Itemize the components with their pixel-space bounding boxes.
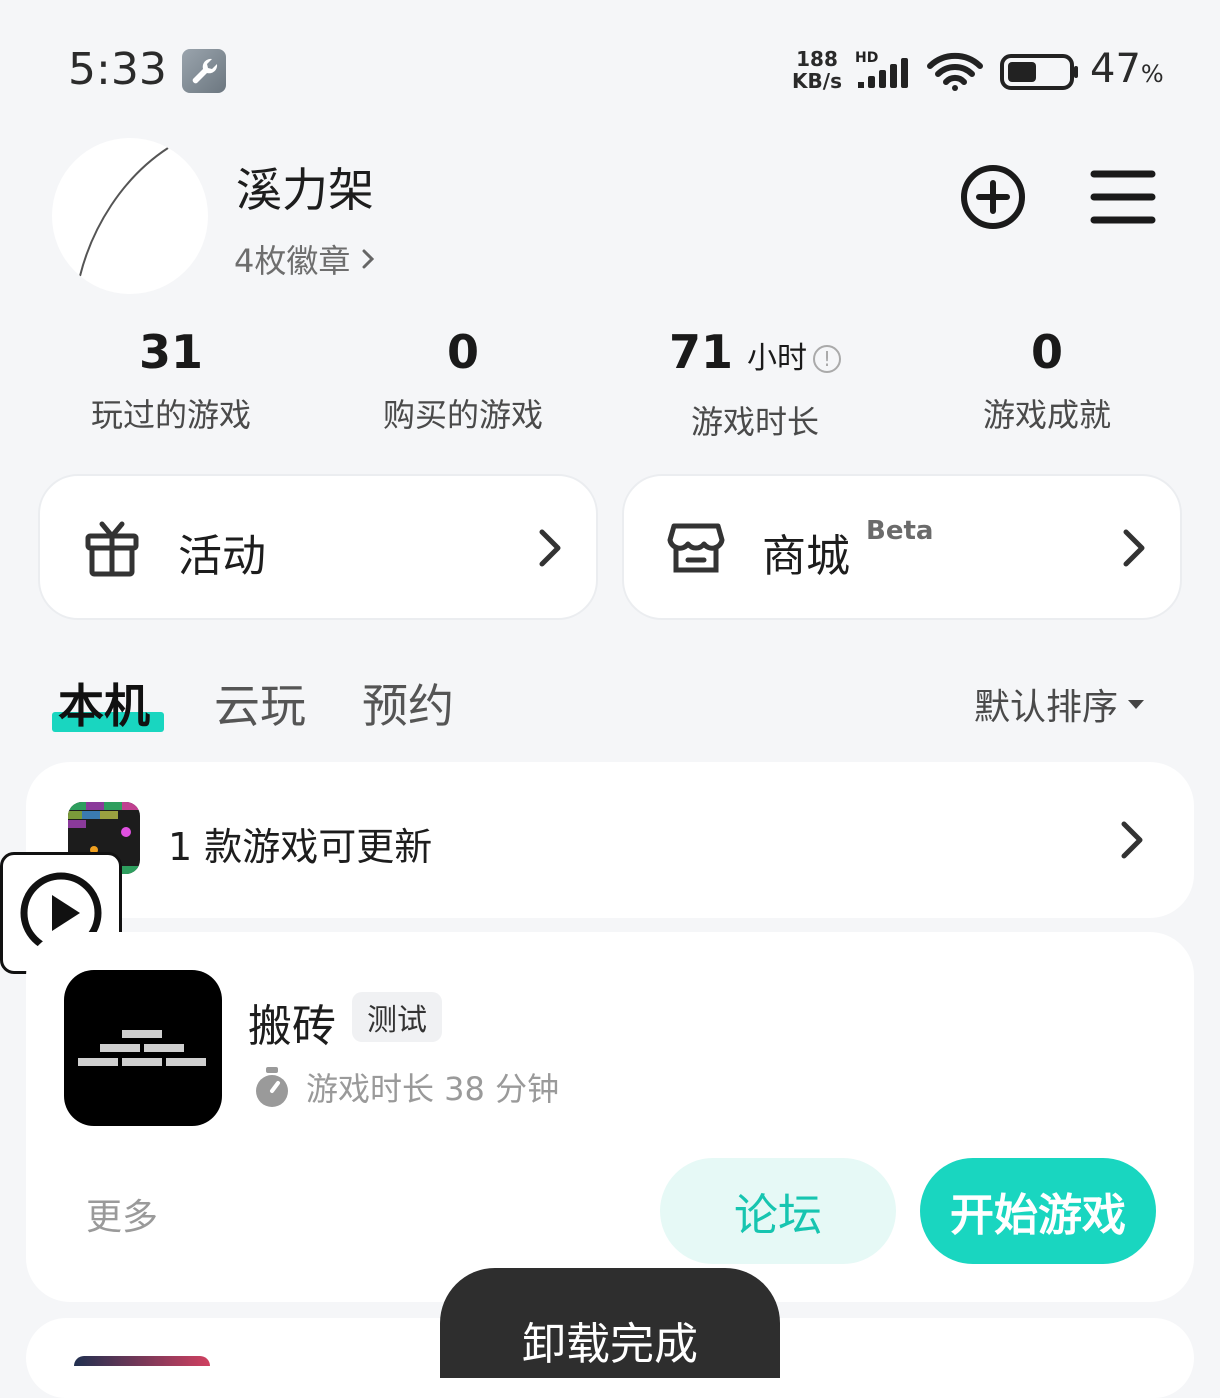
stat-label: 玩过的游戏	[90, 396, 251, 434]
stat-value: 0	[1030, 325, 1063, 379]
stat-label: 购买的游戏	[382, 396, 543, 434]
chevron-right-icon	[362, 249, 375, 269]
stat-unit: 小时	[747, 341, 807, 376]
menu-icon[interactable]	[1090, 168, 1156, 226]
update-text: 1 款游戏可更新	[168, 825, 433, 869]
wrench-icon	[182, 49, 226, 93]
stat-value: 31	[138, 325, 203, 379]
avatar[interactable]	[52, 138, 208, 294]
start-game-button[interactable]: 开始游戏	[920, 1158, 1156, 1264]
badges-label: 4枚徽章	[234, 242, 351, 280]
speed-value: 188	[796, 47, 838, 71]
stat-label: 游戏时长	[690, 403, 819, 441]
chevron-right-icon	[1121, 821, 1143, 859]
next-game-icon	[74, 1356, 210, 1366]
info-icon[interactable]: !	[813, 345, 841, 373]
stat-label: 游戏成就	[982, 396, 1111, 434]
network-speed: 188 KB/s	[786, 48, 848, 92]
stat-play-time[interactable]: 71 小时! 游戏时长	[640, 322, 870, 443]
tab-local[interactable]: 本机	[58, 670, 150, 736]
stopwatch-icon	[256, 1067, 288, 1107]
stat-value: 0	[446, 325, 479, 379]
activity-label: 活动	[178, 531, 266, 582]
toast-message: 卸载完成	[440, 1268, 780, 1378]
beta-tag: Beta	[866, 516, 934, 546]
game-playtime: 游戏时长 38 分钟	[252, 1064, 559, 1110]
sort-label: 默认排序	[974, 687, 1119, 728]
speed-unit: KB/s	[792, 69, 842, 93]
stat-purchased-games[interactable]: 0 购买的游戏	[348, 322, 578, 436]
badges-link[interactable]: 4枚徽章	[234, 236, 376, 282]
signal-icon	[858, 58, 908, 88]
add-icon[interactable]	[958, 162, 1028, 232]
forum-button[interactable]: 论坛	[660, 1158, 896, 1264]
battery-value: 47	[1090, 46, 1141, 92]
tab-cloud[interactable]: 云玩	[214, 670, 306, 736]
shop-label: 商城	[762, 531, 850, 582]
game-title: 搬砖	[248, 1001, 336, 1052]
wifi-icon	[927, 52, 983, 91]
shop-card[interactable]: 商城 Beta	[622, 474, 1182, 620]
username: 溪力架	[236, 163, 374, 217]
stat-achievements[interactable]: 0 游戏成就	[932, 322, 1162, 436]
playtime-text: 游戏时长 38 分钟	[306, 1070, 560, 1108]
tab-reserve[interactable]: 预约	[362, 670, 454, 736]
stat-value: 71	[668, 325, 733, 379]
stat-played-games[interactable]: 31 玩过的游戏	[56, 322, 286, 436]
game-tag: 测试	[352, 992, 442, 1042]
game-icon[interactable]	[64, 970, 222, 1126]
chevron-right-icon	[1123, 529, 1145, 567]
sort-dropdown[interactable]: 默认排序	[974, 678, 1146, 730]
gift-icon	[85, 521, 139, 577]
battery-percentage: 47%	[1090, 46, 1164, 92]
store-icon	[667, 523, 725, 573]
caret-down-icon	[1128, 700, 1145, 709]
battery-unit: %	[1140, 60, 1164, 88]
status-time: 5:33	[68, 44, 167, 95]
activity-card[interactable]: 活动	[38, 474, 598, 620]
more-button[interactable]: 更多	[86, 1188, 158, 1240]
chevron-right-icon	[539, 529, 561, 567]
battery-icon	[1000, 54, 1078, 90]
